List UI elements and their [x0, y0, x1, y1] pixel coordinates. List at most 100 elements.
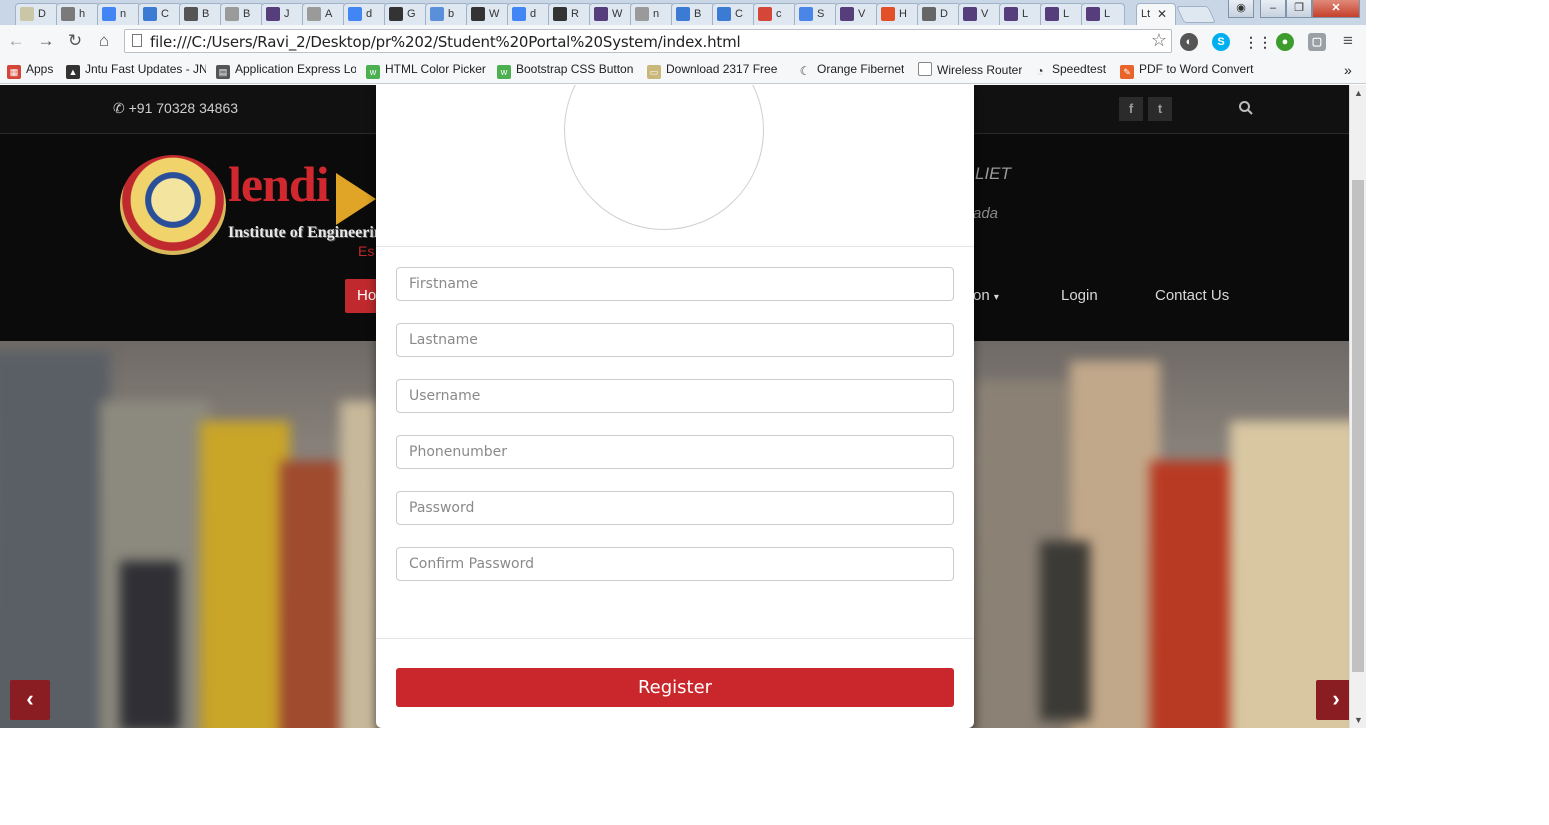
phone-number: +91 70328 34863	[128, 100, 239, 116]
window-close-button[interactable]: ✕	[1312, 0, 1360, 18]
search-icon[interactable]	[1238, 100, 1254, 116]
page-icon	[307, 7, 321, 22]
tab-title: C	[735, 8, 743, 20]
tab-title: B	[694, 8, 702, 20]
browser-tab[interactable]: G	[384, 3, 428, 25]
browser-tab[interactable]: c	[753, 3, 797, 25]
browser-tab[interactable]: C	[138, 3, 182, 25]
bookmark-download[interactable]: ▭ Download 2317 Free	[647, 62, 787, 79]
browser-tab[interactable]: V	[958, 3, 1002, 25]
bookmark-color-picker[interactable]: w HTML Color Picker	[366, 62, 486, 79]
back-arrow-icon[interactable]: ←	[6, 31, 26, 51]
joomla-icon	[881, 7, 895, 22]
browser-tab[interactable]: S	[794, 3, 838, 25]
graduation-cap-icon: ▲	[66, 65, 80, 79]
tab-title: B	[243, 8, 251, 20]
bookmarks-overflow[interactable]: »	[1344, 62, 1352, 78]
browser-tab[interactable]: D	[917, 3, 961, 25]
browser-tab[interactable]: H	[876, 3, 920, 25]
nav-contact-us[interactable]: Contact Us	[1155, 287, 1229, 304]
bookmark-speedtest[interactable]: ◔ Speedtest	[1033, 62, 1106, 78]
browser-tab[interactable]: n	[630, 3, 674, 25]
browser-tab[interactable]: h	[56, 3, 100, 25]
nav-login[interactable]: Login	[1061, 287, 1098, 304]
tab-title: n	[120, 8, 127, 20]
forward-arrow-icon[interactable]: →	[36, 31, 56, 51]
twitter-icon[interactable]: t	[1148, 97, 1172, 121]
minimize-button[interactable]: –	[1260, 0, 1286, 18]
browser-tab[interactable]: A	[302, 3, 346, 25]
register-button[interactable]: Register	[396, 668, 954, 707]
home-icon[interactable]: ⌂	[94, 31, 114, 51]
phone-contact: ✆ +91 70328 34863	[113, 100, 238, 117]
chart-icon: ▤	[216, 65, 230, 79]
browser-tab[interactable]: D	[15, 3, 59, 25]
scroll-down-arrow-icon[interactable]: ▼	[1354, 715, 1363, 725]
bookmark-jntu[interactable]: ▲ Jntu Fast Updates - JN	[66, 62, 206, 79]
logo-subtitle: Institute of Engineerin	[228, 224, 383, 241]
scroll-thumb[interactable]	[1352, 180, 1364, 672]
browser-tab[interactable]: B	[220, 3, 264, 25]
nav-dropdown[interactable]: on ▾	[973, 287, 999, 304]
bookmark-bootstrap-css[interactable]: w Bootstrap CSS Button	[497, 62, 635, 79]
bookmark-orange-fibernet[interactable]: ☾ Orange Fibernet	[798, 62, 905, 78]
browser-tab[interactable]: d	[343, 3, 387, 25]
password-input[interactable]	[396, 491, 954, 525]
browser-tab[interactable]: L	[1040, 3, 1084, 25]
extension-shield-icon[interactable]: ◐	[1180, 33, 1198, 51]
logo-established: Es	[358, 243, 375, 259]
bookmark-apex[interactable]: ▤ Application Express Lo	[216, 62, 356, 79]
doc-icon	[799, 7, 813, 22]
bookmark-label: PDF to Word Convert	[1139, 62, 1254, 76]
browser-tab[interactable]: n	[97, 3, 141, 25]
browser-tab[interactable]: L	[1081, 3, 1125, 25]
address-bar[interactable]: file:///C:/Users/Ravi_2/Desktop/pr%202/S…	[124, 29, 1172, 53]
confirm-password-input[interactable]	[396, 547, 954, 581]
tab-title: L	[1063, 8, 1070, 20]
extension-globe-icon[interactable]: ●	[1276, 33, 1294, 51]
browser-tab[interactable]: b	[425, 3, 469, 25]
carousel-next-button[interactable]: ›	[1316, 680, 1349, 720]
carousel-prev-button[interactable]: ‹	[10, 680, 50, 720]
active-tab[interactable]: Lt	[1136, 3, 1176, 25]
folder-icon: ▭	[647, 65, 661, 79]
bookmark-star-icon[interactable]: ☆	[1151, 30, 1167, 51]
page-scrollbar[interactable]: ▲ ▼	[1349, 85, 1366, 728]
menu-icon[interactable]: ≡	[1338, 31, 1358, 51]
url-text[interactable]: file:///C:/Users/Ravi_2/Desktop/pr%202/S…	[150, 33, 741, 51]
tab-title: J	[284, 8, 290, 20]
bookmark-pdf-to-word[interactable]: ✎ PDF to Word Convert	[1120, 62, 1260, 79]
bookmark-apps[interactable]: ▦ Apps	[7, 62, 53, 79]
user-icon[interactable]: ◉	[1228, 0, 1254, 18]
facebook-icon[interactable]: f	[1119, 97, 1143, 121]
extension-square-icon[interactable]: ▢	[1308, 33, 1326, 51]
browser-tab[interactable]: W	[466, 3, 510, 25]
browser-tab[interactable]: B	[671, 3, 715, 25]
close-tab-icon[interactable]: ✕	[1157, 7, 1167, 21]
bookmark-wireless-router[interactable]: Wireless Router	[918, 62, 1022, 77]
browser-tab[interactable]: J	[261, 3, 305, 25]
browser-tab[interactable]: V	[835, 3, 879, 25]
skype-icon[interactable]: S	[1212, 33, 1230, 51]
browser-tab[interactable]: B	[179, 3, 223, 25]
phonenumber-input[interactable]	[396, 435, 954, 469]
browser-tab[interactable]: C	[712, 3, 756, 25]
apps-grid-icon[interactable]: ⋮⋮	[1244, 33, 1272, 51]
scroll-up-arrow-icon[interactable]: ▲	[1354, 88, 1363, 98]
reload-icon[interactable]: ↻	[65, 31, 85, 51]
tab-title: V	[858, 8, 866, 20]
browser-tab[interactable]: L	[999, 3, 1043, 25]
browser-tab[interactable]: W	[589, 3, 633, 25]
browser-tab[interactable]: d	[507, 3, 551, 25]
firstname-input[interactable]	[396, 267, 954, 301]
maximize-button[interactable]: ❐	[1286, 0, 1312, 18]
browser-tab[interactable]: R	[548, 3, 592, 25]
lastname-input[interactable]	[396, 323, 954, 357]
chrome-icon	[430, 7, 444, 22]
tab-title: S	[817, 8, 825, 20]
modal-footer-divider	[376, 638, 974, 639]
username-input[interactable]	[396, 379, 954, 413]
bootstrap-icon	[1004, 7, 1018, 22]
chevron-down-icon: ▾	[993, 292, 999, 303]
bootstrap-icon	[963, 7, 977, 22]
